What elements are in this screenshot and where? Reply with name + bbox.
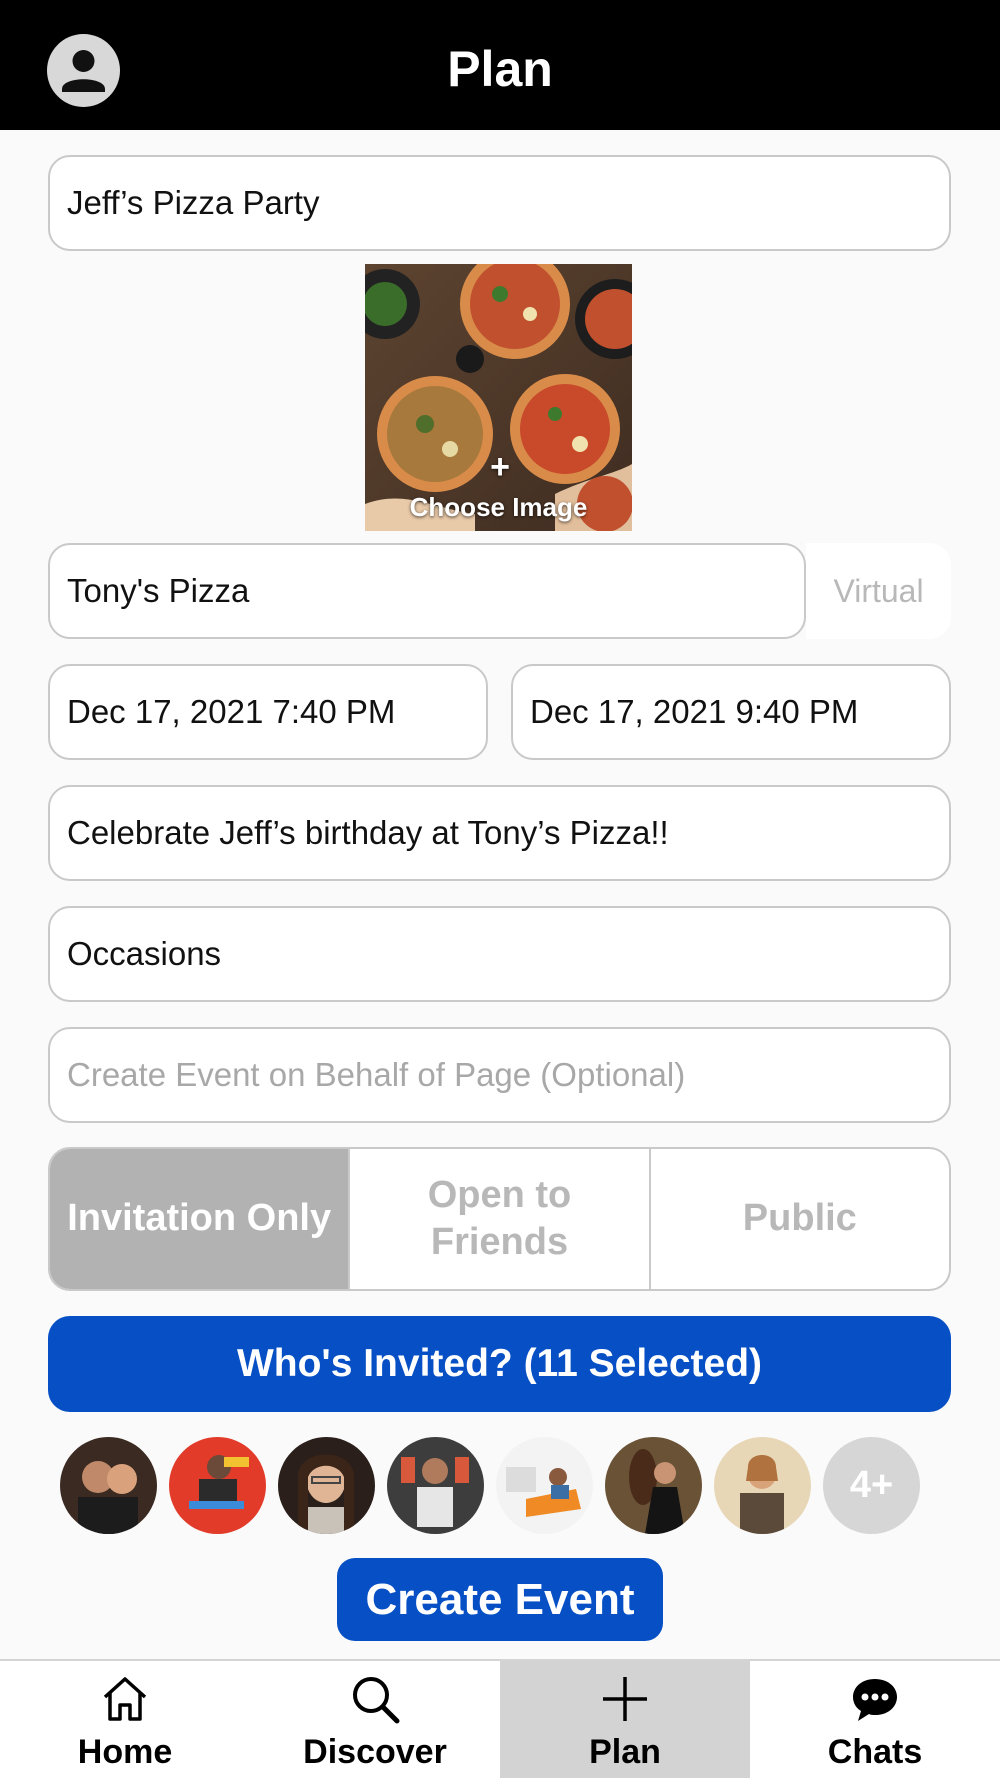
tab-plan-label: Plan xyxy=(589,1733,661,1771)
invitee-avatar[interactable] xyxy=(60,1437,157,1534)
pizza-photo xyxy=(365,264,632,531)
chat-icon xyxy=(847,1671,903,1727)
invitee-avatar[interactable] xyxy=(714,1437,811,1534)
tab-home-label: Home xyxy=(77,1733,173,1771)
invitee-avatar[interactable] xyxy=(605,1437,702,1534)
visibility-open-to-friends[interactable]: Open to Friends xyxy=(348,1149,648,1289)
add-image-icon: + xyxy=(490,448,510,486)
category-field[interactable]: Occasions xyxy=(48,906,951,1002)
tab-home[interactable]: Home xyxy=(0,1661,250,1778)
tab-chats[interactable]: Chats xyxy=(750,1661,1000,1778)
invitee-avatar[interactable] xyxy=(278,1437,375,1534)
search-icon xyxy=(347,1671,403,1727)
start-datetime-field[interactable]: Dec 17, 2021 7:40 PM xyxy=(48,664,488,760)
page-title: Plan xyxy=(447,41,553,97)
tab-discover[interactable]: Discover xyxy=(250,1661,500,1778)
virtual-toggle[interactable]: Virtual xyxy=(806,543,951,639)
whos-invited-button[interactable]: Who's Invited? (11 Selected) xyxy=(48,1316,951,1412)
invitee-avatar[interactable] xyxy=(169,1437,266,1534)
event-name-field[interactable]: Jeff’s Pizza Party xyxy=(48,155,951,251)
end-datetime-field[interactable]: Dec 17, 2021 9:40 PM xyxy=(511,664,951,760)
invitee-list: 4+ xyxy=(60,1437,920,1534)
create-event-button[interactable]: Create Event xyxy=(337,1558,663,1641)
visibility-segmented-control: Invitation Only Open to Friends Public xyxy=(48,1147,951,1291)
tab-chats-label: Chats xyxy=(827,1733,923,1771)
description-field[interactable]: Celebrate Jeff’s birthday at Tony’s Pizz… xyxy=(48,785,951,881)
tab-discover-label: Discover xyxy=(303,1733,447,1771)
invitee-avatar[interactable] xyxy=(496,1437,593,1534)
more-invitees-badge[interactable]: 4+ xyxy=(823,1437,920,1534)
bottom-tab-bar: Home Discover Plan Chats xyxy=(0,1659,1000,1778)
location-field[interactable]: Tony's Pizza xyxy=(48,543,806,639)
home-icon xyxy=(97,1671,153,1727)
visibility-invitation-only[interactable]: Invitation Only xyxy=(50,1149,349,1289)
top-bar: Plan xyxy=(0,0,1000,130)
tab-plan[interactable]: Plan xyxy=(500,1661,750,1778)
event-image-picker[interactable] xyxy=(365,264,632,531)
page-field[interactable]: Create Event on Behalf of Page (Optional… xyxy=(48,1027,951,1123)
visibility-public[interactable]: Public xyxy=(648,1149,949,1289)
choose-image-label[interactable]: Choose Image xyxy=(365,492,632,523)
plus-icon xyxy=(597,1671,653,1727)
invitee-avatar[interactable] xyxy=(387,1437,484,1534)
